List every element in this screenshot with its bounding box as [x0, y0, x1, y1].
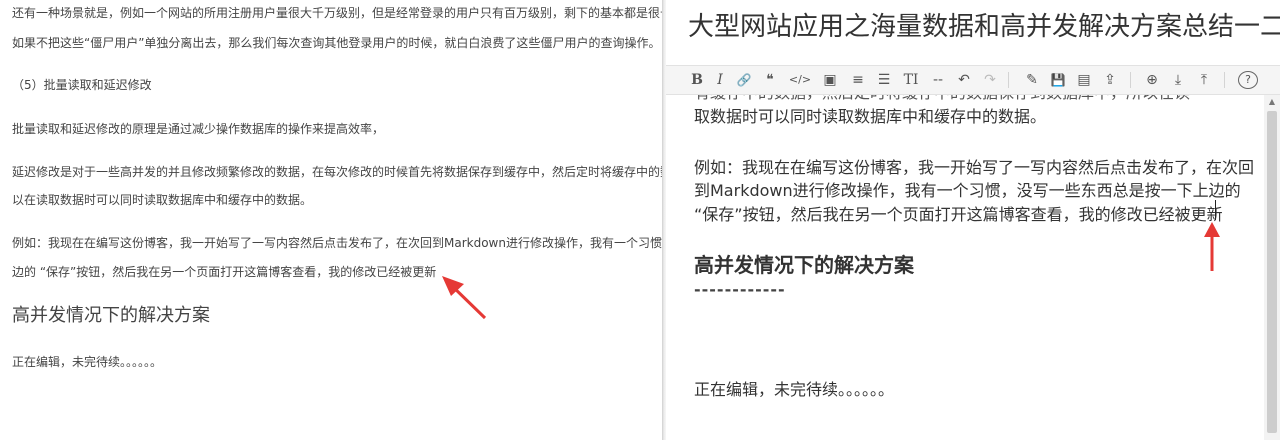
upload-icon[interactable]: ⤒	[1194, 70, 1214, 90]
preview-paragraph: 正在编辑，未完待续。。。。。。	[12, 355, 163, 369]
document-title[interactable]: 大型网站应用之海量数据和高并发解决方案总结一二	[688, 10, 1280, 44]
markdown-text-area[interactable]: 有缓存中的数据，然后定时将缓存中的数据保存到数据库中，所以在读 取数据时可以同时…	[666, 95, 1264, 440]
toolbar-separator	[1224, 72, 1225, 88]
download-icon[interactable]: ⤓	[1168, 70, 1188, 90]
preview-paragraph: 批量读取和延迟修改的原理是通过减少操作数据库的操作来提高效率，	[12, 122, 385, 136]
editor-toolbar: B I 🔗 ❝ </> ▣ ≡ ☰ TI -- ↶ ↷ ✎ 💾 ▤ ⇪ ⊕ ⤓ …	[666, 65, 1280, 95]
link-icon[interactable]: 🔗	[734, 70, 754, 90]
preview-paragraph: 边的 “保存”按钮，然后我在另一个页面打开这篇博客查看，我的修改已经被更新	[12, 265, 437, 279]
quote-icon[interactable]: ❝	[760, 70, 780, 90]
preview-paragraph: 还有一种场景就是，例如一个网站的所用注册用户量很大千万级别，但是经常登录的用户只…	[12, 6, 662, 20]
markdown-editor: 大型网站应用之海量数据和高并发解决方案总结一二 B I 🔗 ❝ </> ▣ ≡ …	[666, 0, 1280, 440]
preview-paragraph: （5）批量读取和延迟修改	[12, 78, 152, 92]
editor-line: 到Markdown进行修改操作，我有一个习惯，没写一些东西总是按一下上边的	[694, 181, 1241, 200]
export-icon[interactable]: ⇪	[1100, 70, 1120, 90]
preview-heading: 高并发情况下的解决方案	[12, 305, 210, 326]
editor-markdown-underline: ------------	[694, 280, 786, 299]
editor-line: 例如：我现在在编写这份博客，我一开始写了一写内容然后点击发布了，在次回	[694, 158, 1255, 177]
editor-line: 取数据时可以同时读取数据库中和缓存中的数据。	[694, 107, 1047, 126]
editor-heading-line: 高并发情况下的解决方案	[694, 253, 914, 277]
editor-line: “保存”按钮，然后我在另一个页面打开这篇博客查看，我的修改已经被更新	[694, 205, 1223, 224]
redo-icon[interactable]: ↷	[980, 70, 1000, 90]
heading-icon[interactable]: TI	[900, 70, 922, 90]
ordered-list-icon[interactable]: ≡	[848, 70, 868, 90]
italic-button[interactable]: I	[712, 70, 728, 90]
preview-paragraph: 以在读取数据时可以同时读取数据库中和缓存中的数据。	[12, 193, 313, 207]
preview-paragraph: 例如：我现在在编写这份博客，我一开始写了一写内容然后点击发布了，在次回到Mark…	[12, 236, 662, 250]
toolbar-separator	[1130, 72, 1131, 88]
code-icon[interactable]: </>	[788, 70, 812, 90]
preview-pane: 还有一种场景就是，例如一个网站的所用注册用户量很大千万级别，但是经常登录的用户只…	[0, 0, 662, 440]
text-cursor	[1215, 200, 1216, 220]
globe-icon[interactable]: ⊕	[1142, 70, 1162, 90]
help-icon[interactable]: ?	[1238, 71, 1258, 89]
preview-icon[interactable]: ▤	[1074, 70, 1094, 90]
bold-button[interactable]: B	[688, 70, 706, 90]
editor-line: 有缓存中的数据，然后定时将缓存中的数据保存到数据库中，所以在读	[694, 95, 1190, 105]
scroll-up-arrow-icon[interactable]: ▲	[1264, 95, 1280, 109]
undo-icon[interactable]: ↶	[954, 70, 974, 90]
preview-paragraph: 延迟修改是对于一些高并发的并且修改频繁修改的数据，在每次修改的时候首先将数据保存…	[12, 165, 662, 179]
editor-line: 正在编辑，未完待续。。。。。。	[694, 380, 895, 399]
image-icon[interactable]: ▣	[820, 70, 840, 90]
horizontal-rule-icon[interactable]: --	[928, 70, 948, 90]
toolbar-separator	[1008, 72, 1009, 88]
save-icon[interactable]: 💾	[1048, 70, 1068, 90]
edit-icon[interactable]: ✎	[1022, 70, 1042, 90]
scroll-thumb[interactable]	[1267, 111, 1277, 433]
preview-paragraph: 如果不把这些“僵尸用户”单独分离出去，那么我们每次查询其他登录用户的时候，就白白…	[12, 36, 661, 50]
editor-scrollbar[interactable]: ▲	[1264, 95, 1280, 440]
unordered-list-icon[interactable]: ☰	[874, 70, 894, 90]
annotation-arrow-left	[442, 276, 487, 320]
